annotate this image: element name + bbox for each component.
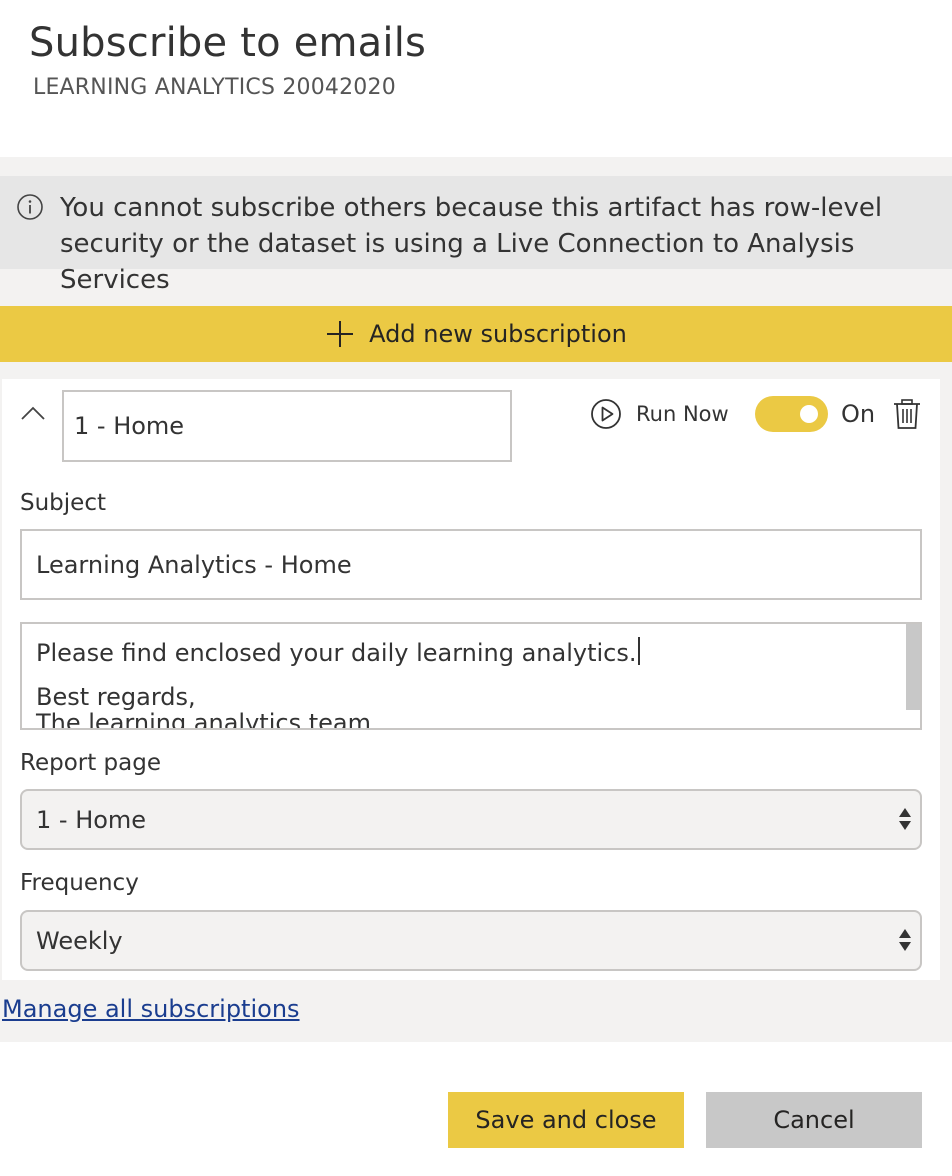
subscription-name-input[interactable] (62, 390, 512, 462)
select-arrows-icon (899, 808, 911, 830)
play-icon (591, 399, 621, 429)
info-message: You cannot subscribe others because this… (60, 193, 883, 295)
select-arrows-icon (899, 929, 911, 951)
text-cursor (637, 637, 640, 665)
add-subscription-button[interactable]: Add new subscription (0, 306, 952, 362)
toggle-label: On (841, 400, 876, 428)
subscription-toggle[interactable] (755, 396, 828, 432)
trash-icon[interactable] (892, 398, 922, 430)
save-and-close-button[interactable]: Save and close (448, 1092, 684, 1148)
add-subscription-label: Add new subscription (369, 320, 627, 348)
message-scrollbar[interactable] (906, 624, 920, 710)
report-page-value: 1 - Home (36, 805, 147, 834)
message-line-1: Please find enclosed your daily learning… (36, 639, 637, 667)
message-line-2: Best regards, (36, 683, 196, 711)
run-now-label: Run Now (636, 402, 729, 426)
message-line-3: The learning analytics team (36, 709, 371, 730)
cancel-button[interactable]: Cancel (706, 1092, 922, 1148)
chevron-up-icon[interactable] (19, 400, 47, 428)
subject-label: Subject (20, 490, 106, 516)
frequency-value: Weekly (36, 926, 123, 955)
frequency-label: Frequency (20, 870, 139, 896)
run-now-button[interactable]: Run Now (590, 396, 729, 432)
plus-icon (327, 321, 354, 347)
info-icon (17, 194, 43, 220)
dialog-title: Subscribe to emails (29, 20, 427, 66)
toggle-knob (800, 405, 818, 423)
dialog-subtitle: LEARNING ANALYTICS 20042020 (33, 75, 396, 100)
frequency-select[interactable]: Weekly (20, 910, 922, 971)
report-page-select[interactable]: 1 - Home (20, 789, 922, 850)
manage-subscriptions-link[interactable]: Manage all subscriptions (2, 995, 300, 1023)
report-page-label: Report page (20, 750, 161, 776)
subject-input[interactable] (20, 529, 922, 600)
subscribe-dialog: Subscribe to emails LEARNING ANALYTICS 2… (0, 0, 952, 1176)
message-textarea[interactable]: Please find enclosed your daily learning… (20, 622, 922, 730)
